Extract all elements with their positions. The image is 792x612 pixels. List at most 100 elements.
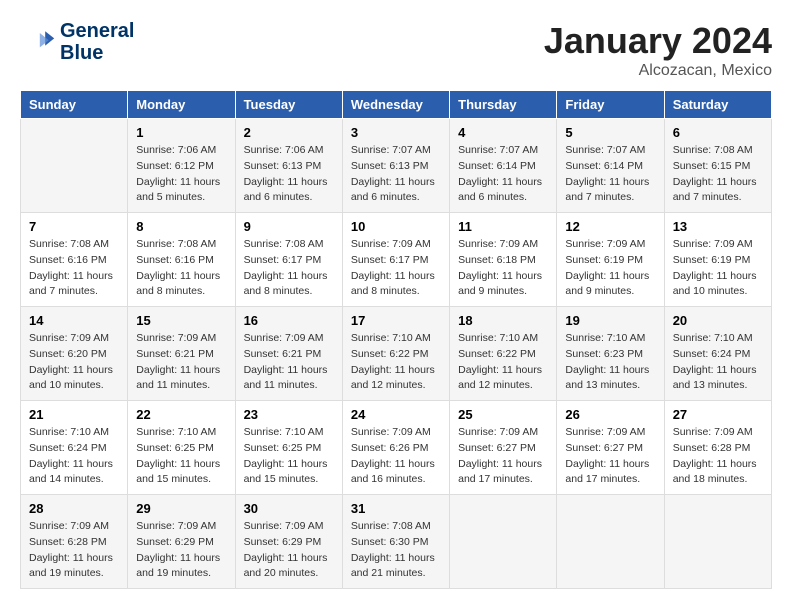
header-row: Sunday Monday Tuesday Wednesday Thursday…: [21, 91, 772, 119]
col-thursday: Thursday: [450, 91, 557, 119]
day-info: Sunrise: 7:09 AMSunset: 6:21 PMDaylight:…: [136, 331, 226, 394]
day-number: 13: [673, 219, 763, 234]
calendar-cell: 9Sunrise: 7:08 AMSunset: 6:17 PMDaylight…: [235, 213, 342, 307]
day-info: Sunrise: 7:10 AMSunset: 6:24 PMDaylight:…: [673, 331, 763, 394]
calendar-cell: 27Sunrise: 7:09 AMSunset: 6:28 PMDayligh…: [664, 401, 771, 495]
day-info: Sunrise: 7:07 AMSunset: 6:14 PMDaylight:…: [458, 143, 548, 206]
col-monday: Monday: [128, 91, 235, 119]
day-number: 2: [244, 125, 334, 140]
day-info: Sunrise: 7:08 AMSunset: 6:30 PMDaylight:…: [351, 519, 441, 582]
day-number: 8: [136, 219, 226, 234]
calendar-cell: 13 Sunrise: 7:09 AMSunset: 6:19 PMDayligh…: [664, 213, 771, 307]
day-info: Sunrise: 7:09 AMSunset: 6:27 PMDaylight:…: [565, 425, 655, 488]
day-info: Sunrise: 7:08 AMSunset: 6:16 PMDaylight:…: [136, 237, 226, 300]
calendar-table: Sunday Monday Tuesday Wednesday Thursday…: [20, 90, 772, 589]
col-tuesday: Tuesday: [235, 91, 342, 119]
day-info: Sunrise: 7:07 AMSunset: 6:14 PMDaylight:…: [565, 143, 655, 206]
calendar-cell: 8 Sunrise: 7:08 AMSunset: 6:16 PMDaylight…: [128, 213, 235, 307]
day-info: Sunrise: 7:06 AMSunset: 6:13 PMDaylight:…: [244, 143, 334, 206]
calendar-cell: 11 Sunrise: 7:09 AMSunset: 6:18 PMDayligh…: [450, 213, 557, 307]
day-number: 25: [458, 407, 548, 422]
calendar-cell: 29Sunrise: 7:09 AMSunset: 6:29 PMDayligh…: [128, 495, 235, 589]
day-info: Sunrise: 7:10 AMSunset: 6:22 PMDaylight:…: [351, 331, 441, 394]
calendar-cell: 15 Sunrise: 7:09 AMSunset: 6:21 PMDayligh…: [128, 307, 235, 401]
week-row-2: 7 Sunrise: 7:08 AMSunset: 6:16 PMDaylight…: [21, 213, 772, 307]
day-number: 12: [565, 219, 655, 234]
week-row-4: 21 Sunrise: 7:10 AMSunset: 6:24 PMDayligh…: [21, 401, 772, 495]
logo-icon: [20, 24, 56, 60]
day-info: Sunrise: 7:09 AMSunset: 6:19 PMDaylight:…: [565, 237, 655, 300]
col-saturday: Saturday: [664, 91, 771, 119]
calendar-cell: 16 Sunrise: 7:09 AMSunset: 6:21 PMDayligh…: [235, 307, 342, 401]
day-info: Sunrise: 7:10 AMSunset: 6:23 PMDaylight:…: [565, 331, 655, 394]
week-row-3: 14 Sunrise: 7:09 AMSunset: 6:20 PMDayligh…: [21, 307, 772, 401]
calendar-cell: 7 Sunrise: 7:08 AMSunset: 6:16 PMDaylight…: [21, 213, 128, 307]
calendar-cell: 22 Sunrise: 7:10 AMSunset: 6:25 PMDayligh…: [128, 401, 235, 495]
location-title: Alcozacan, Mexico: [544, 62, 772, 80]
day-info: Sunrise: 7:10 AMSunset: 6:25 PMDaylight:…: [136, 425, 226, 488]
day-number: 26: [565, 407, 655, 422]
calendar-cell: [450, 495, 557, 589]
day-info: Sunrise: 7:09 AMSunset: 6:18 PMDaylight:…: [458, 237, 548, 300]
day-number: 3: [351, 125, 441, 140]
day-number: 1: [136, 125, 226, 140]
day-number: 6: [673, 125, 763, 140]
day-number: 16: [244, 313, 334, 328]
day-number: 27: [673, 407, 763, 422]
calendar-cell: 31 Sunrise: 7:08 AMSunset: 6:30 PMDayligh…: [342, 495, 449, 589]
title-block: January 2024 Alcozacan, Mexico: [544, 20, 772, 80]
calendar-cell: [664, 495, 771, 589]
day-number: 5: [565, 125, 655, 140]
day-number: 28: [29, 501, 119, 516]
day-info: Sunrise: 7:08 AMSunset: 6:16 PMDaylight:…: [29, 237, 119, 300]
calendar-cell: 6 Sunrise: 7:08 AMSunset: 6:15 PMDaylight…: [664, 119, 771, 213]
calendar-cell: 28 Sunrise: 7:09 AMSunset: 6:28 PMDayligh…: [21, 495, 128, 589]
day-info: Sunrise: 7:09 AMSunset: 6:26 PMDaylight:…: [351, 425, 441, 488]
calendar-cell: [557, 495, 664, 589]
day-info: Sunrise: 7:09 AMSunset: 6:19 PMDaylight:…: [673, 237, 763, 300]
day-info: Sunrise: 7:09 AMSunset: 6:21 PMDaylight:…: [244, 331, 334, 394]
day-number: 7: [29, 219, 119, 234]
calendar-cell: 19 Sunrise: 7:10 AMSunset: 6:23 PMDayligh…: [557, 307, 664, 401]
day-number: 23: [244, 407, 334, 422]
day-info: Sunrise: 7:06 AMSunset: 6:12 PMDaylight:…: [136, 143, 226, 206]
day-info: Sunrise: 7:10 AMSunset: 6:22 PMDaylight:…: [458, 331, 548, 394]
calendar-cell: 17Sunrise: 7:10 AMSunset: 6:22 PMDayligh…: [342, 307, 449, 401]
day-number: 15: [136, 313, 226, 328]
day-number: 31: [351, 501, 441, 516]
day-number: 19: [565, 313, 655, 328]
day-info: Sunrise: 7:10 AMSunset: 6:25 PMDaylight:…: [244, 425, 334, 488]
week-row-5: 28 Sunrise: 7:09 AMSunset: 6:28 PMDayligh…: [21, 495, 772, 589]
calendar-cell: 24 Sunrise: 7:09 AMSunset: 6:26 PMDayligh…: [342, 401, 449, 495]
day-number: 29: [136, 501, 226, 516]
day-info: Sunrise: 7:09 AMSunset: 6:20 PMDaylight:…: [29, 331, 119, 394]
day-info: Sunrise: 7:08 AMSunset: 6:15 PMDaylight:…: [673, 143, 763, 206]
logo: General Blue: [20, 20, 134, 64]
day-number: 11: [458, 219, 548, 234]
calendar-cell: 26 Sunrise: 7:09 AMSunset: 6:27 PMDayligh…: [557, 401, 664, 495]
day-number: 14: [29, 313, 119, 328]
calendar-cell: 10 Sunrise: 7:09 AMSunset: 6:17 PMDayligh…: [342, 213, 449, 307]
day-number: 22: [136, 407, 226, 422]
calendar-cell: 18 Sunrise: 7:10 AMSunset: 6:22 PMDayligh…: [450, 307, 557, 401]
day-info: Sunrise: 7:09 AMSunset: 6:28 PMDaylight:…: [29, 519, 119, 582]
page-header: General Blue January 2024 Alcozacan, Mex…: [20, 20, 772, 80]
calendar-header: Sunday Monday Tuesday Wednesday Thursday…: [21, 91, 772, 119]
day-number: 24: [351, 407, 441, 422]
day-info: Sunrise: 7:10 AMSunset: 6:24 PMDaylight:…: [29, 425, 119, 488]
month-title: January 2024: [544, 20, 772, 62]
day-info: Sunrise: 7:07 AMSunset: 6:13 PMDaylight:…: [351, 143, 441, 206]
day-info: Sunrise: 7:08 AMSunset: 6:17 PMDaylight:…: [244, 237, 334, 300]
calendar-cell: 14 Sunrise: 7:09 AMSunset: 6:20 PMDayligh…: [21, 307, 128, 401]
day-number: 20: [673, 313, 763, 328]
day-number: 18: [458, 313, 548, 328]
day-info: Sunrise: 7:09 AMSunset: 6:17 PMDaylight:…: [351, 237, 441, 300]
calendar-cell: 5 Sunrise: 7:07 AMSunset: 6:14 PMDaylight…: [557, 119, 664, 213]
day-number: 10: [351, 219, 441, 234]
day-number: 21: [29, 407, 119, 422]
calendar-cell: [21, 119, 128, 213]
calendar-cell: 30Sunrise: 7:09 AMSunset: 6:29 PMDayligh…: [235, 495, 342, 589]
day-number: 4: [458, 125, 548, 140]
day-info: Sunrise: 7:09 AMSunset: 6:29 PMDaylight:…: [244, 519, 334, 582]
col-sunday: Sunday: [21, 91, 128, 119]
